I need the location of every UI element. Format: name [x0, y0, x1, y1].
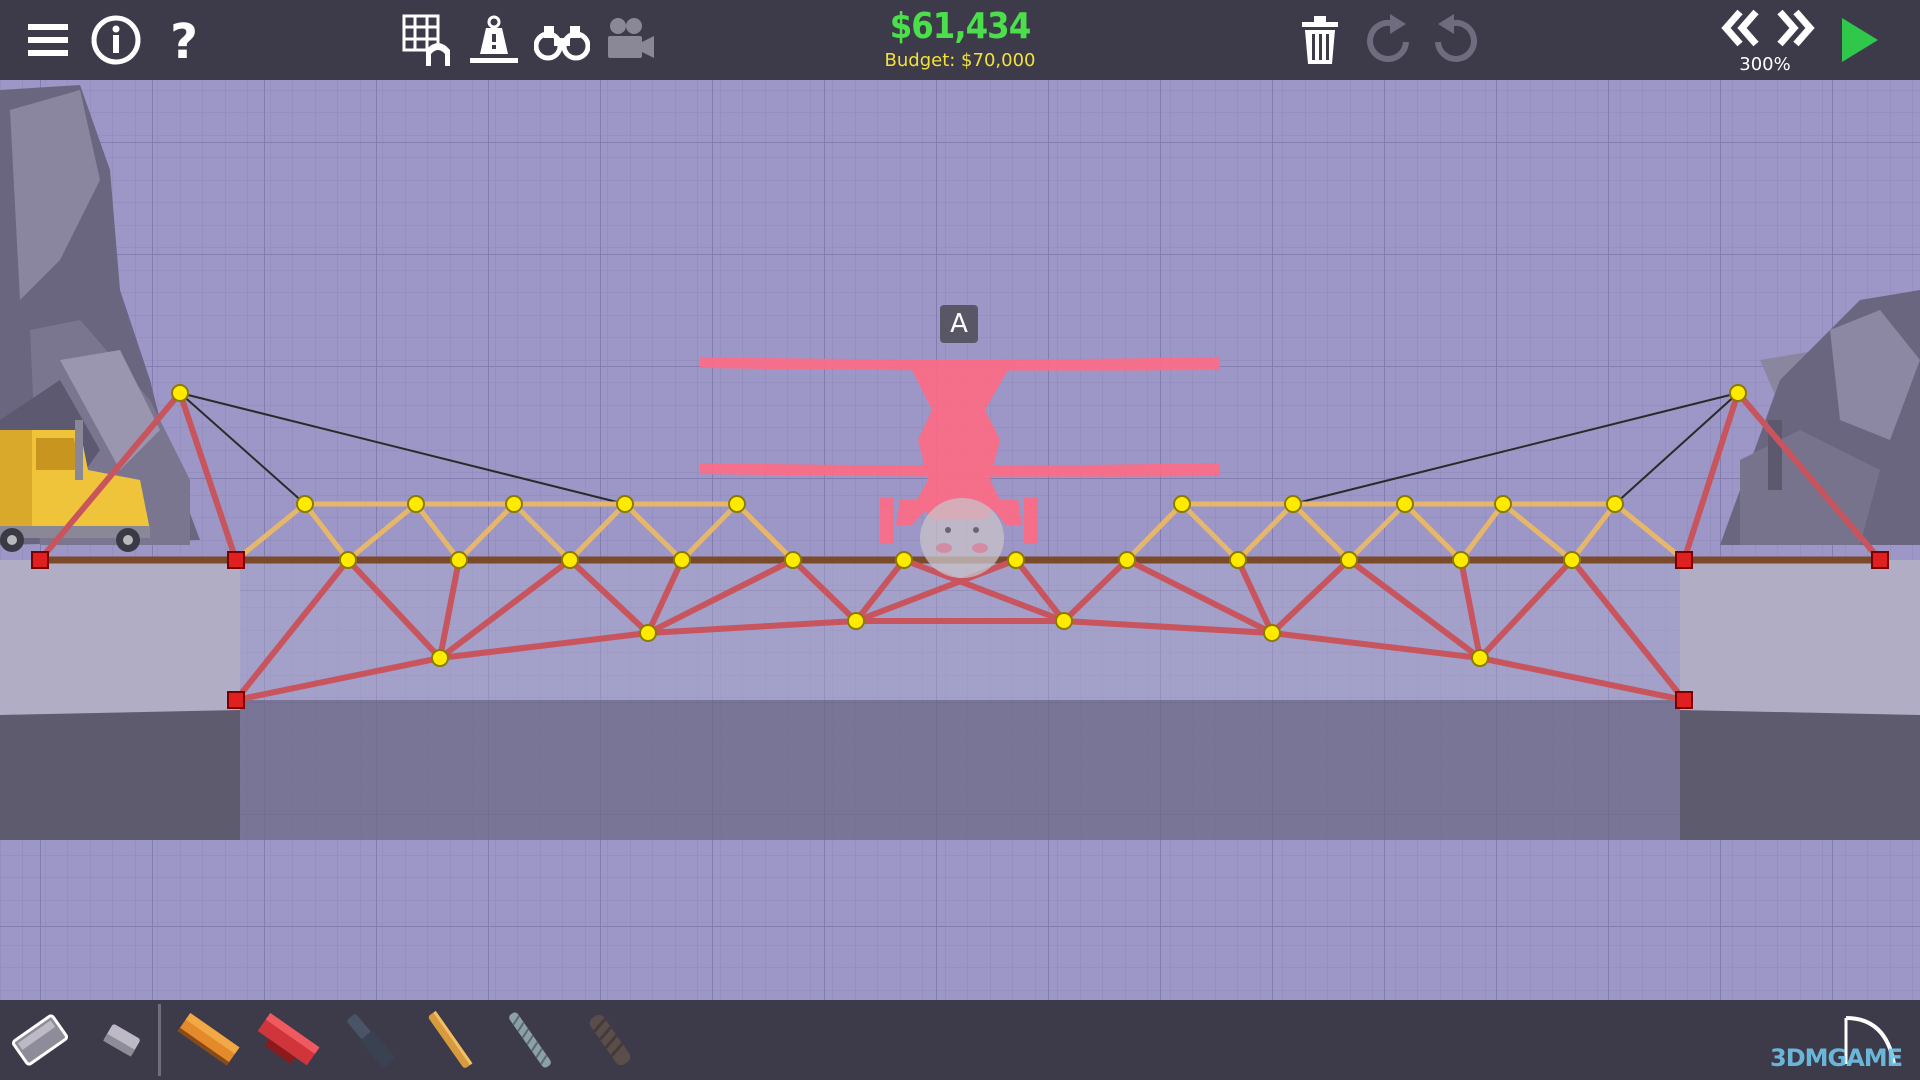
- camera-icon[interactable]: [598, 8, 662, 72]
- budget-label: Budget: $70,000: [884, 50, 1036, 71]
- money-remaining: $61,434: [889, 6, 1032, 47]
- road-material-icon[interactable]: [172, 1004, 244, 1076]
- weight-icon[interactable]: [462, 8, 526, 72]
- svg-text:?: ?: [170, 14, 198, 68]
- spring-icon[interactable]: [574, 1004, 646, 1076]
- ground-pit: [240, 560, 1680, 840]
- watermark-text: 3DMGAME: [1770, 1044, 1903, 1072]
- undo-icon[interactable]: [1424, 8, 1488, 72]
- top-toolbar: ? $61,434 Budget: $70,000 300%: [0, 0, 1920, 80]
- grid-anchor-icon[interactable]: [396, 8, 460, 72]
- ghost-character: [920, 498, 1004, 578]
- toolbar-divider: [158, 1004, 161, 1076]
- binoculars-icon[interactable]: [530, 8, 594, 72]
- scene-canvas[interactable]: [0, 80, 1920, 1000]
- redo-icon[interactable]: [1356, 8, 1420, 72]
- trash-icon[interactable]: [1288, 8, 1352, 72]
- simulation-speed: 300%: [1739, 54, 1791, 75]
- help-icon[interactable]: ?: [152, 8, 216, 72]
- checkpoint-label: A: [940, 305, 978, 343]
- hydraulic-icon[interactable]: [334, 1004, 406, 1076]
- select-tool-icon[interactable]: [4, 1004, 76, 1076]
- rope-icon[interactable]: [494, 1004, 566, 1076]
- eraser-tool-icon[interactable]: [86, 1004, 158, 1076]
- build-scene[interactable]: [0, 80, 1920, 1000]
- info-icon[interactable]: [84, 8, 148, 72]
- play-icon[interactable]: [1826, 8, 1890, 72]
- wood-icon[interactable]: [414, 1004, 486, 1076]
- reinforced-road-icon[interactable]: [252, 1004, 324, 1076]
- menu-icon[interactable]: [16, 8, 80, 72]
